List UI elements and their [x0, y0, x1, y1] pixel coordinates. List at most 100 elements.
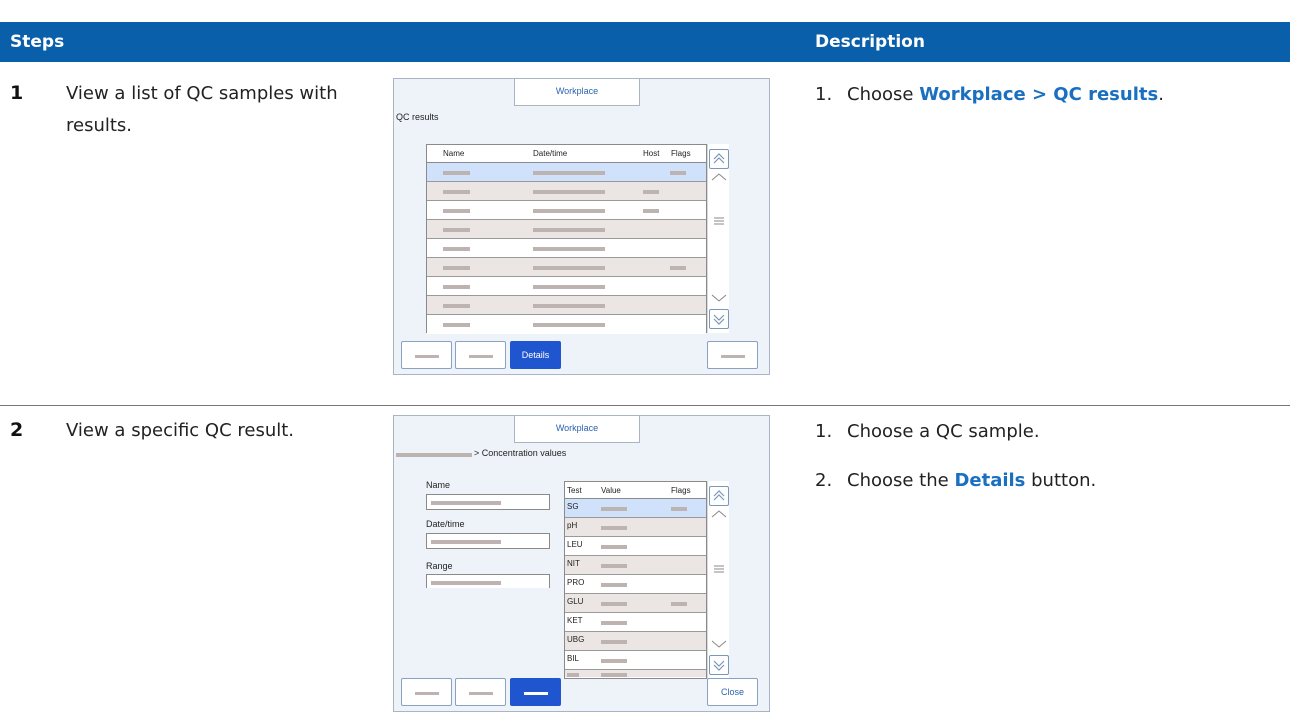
table-row-partial	[565, 670, 706, 677]
table-row[interactable]: BIL	[565, 651, 706, 670]
table-row[interactable]: KET	[565, 613, 706, 632]
row-divider	[0, 405, 1290, 406]
table-row[interactable]	[427, 315, 706, 334]
scroll-down-button[interactable]	[708, 291, 730, 308]
table-header-row: Name Date/time Host Flags	[427, 145, 706, 163]
description-item-suffix: button.	[1025, 470, 1097, 491]
primary-action-button[interactable]	[510, 678, 561, 706]
tab-bar: Workplace	[394, 416, 769, 443]
concentration-table: Test Value Flags SG pH LEU NIT PRO GLU K…	[564, 481, 707, 679]
double-chevron-up-icon	[713, 153, 725, 164]
table-row[interactable]: PRO	[565, 575, 706, 594]
test-cell: GLU	[567, 597, 584, 606]
menu-path: Workplace > QC results	[919, 84, 1159, 105]
datetime-label: Date/time	[426, 519, 465, 529]
description-item-text: Choose a QC sample.	[847, 421, 1040, 442]
step-number: 1	[10, 82, 24, 104]
test-cell: pH	[567, 521, 578, 530]
table-row[interactable]	[427, 277, 706, 296]
column-header: Name	[443, 149, 465, 158]
step-number: 2	[10, 419, 24, 441]
steps-heading: Steps	[10, 32, 65, 52]
column-header: Test	[567, 486, 582, 495]
breadcrumb-placeholder	[396, 453, 472, 457]
table-row[interactable]	[427, 220, 706, 239]
scroll-up-button[interactable]	[708, 170, 730, 187]
screen-title: QC results	[396, 112, 439, 122]
close-button[interactable]: Close	[707, 678, 758, 706]
name-field	[426, 494, 550, 510]
tab-workplace[interactable]: Workplace	[514, 416, 640, 443]
scroll-bottom-button[interactable]	[709, 655, 729, 675]
table-row[interactable]	[427, 201, 706, 220]
qc-results-table: Name Date/time Host Flags	[426, 144, 707, 334]
action-button[interactable]	[401, 341, 452, 369]
double-chevron-down-icon	[713, 314, 725, 325]
chevron-up-icon	[711, 510, 727, 518]
table-row[interactable]: LEU	[565, 537, 706, 556]
step-text: View a list of QC samples with results.	[66, 83, 338, 136]
button-name: Details	[954, 470, 1026, 491]
chevron-down-icon	[711, 640, 727, 648]
scroll-up-button[interactable]	[708, 507, 730, 524]
column-header: Host	[643, 149, 660, 158]
table-row[interactable]: GLU	[565, 594, 706, 613]
table-row[interactable]	[427, 182, 706, 201]
description-item-number: 2.	[815, 470, 833, 491]
description-item-text: Choose	[847, 84, 920, 105]
datetime-field	[426, 533, 550, 549]
scrollbar[interactable]	[707, 144, 729, 333]
test-cell: BIL	[567, 654, 580, 663]
scrollbar[interactable]	[707, 481, 729, 679]
double-chevron-down-icon	[713, 660, 725, 671]
scroll-top-button[interactable]	[709, 486, 729, 506]
table-row[interactable]	[427, 296, 706, 315]
column-header: Date/time	[533, 149, 568, 158]
name-label: Name	[426, 480, 451, 490]
tab-workplace[interactable]: Workplace	[514, 79, 640, 106]
scroll-handle[interactable]	[708, 214, 730, 231]
description-item: 1. Choose a QC sample.	[815, 421, 1040, 442]
scroll-top-button[interactable]	[709, 149, 729, 169]
description-item-number: 1.	[815, 421, 833, 442]
column-header: Flags	[671, 486, 691, 495]
test-cell: NIT	[567, 559, 580, 568]
test-cell: KET	[567, 616, 583, 625]
range-field	[426, 574, 550, 588]
test-cell: LEU	[567, 540, 583, 549]
scroll-handle[interactable]	[708, 562, 730, 579]
details-button[interactable]: Details	[510, 341, 561, 369]
double-chevron-up-icon	[713, 490, 725, 501]
table-row[interactable]: pH	[565, 518, 706, 537]
breadcrumb: > Concentration values	[474, 448, 567, 458]
table-header-row: Test Value Flags	[565, 482, 706, 499]
action-button[interactable]	[455, 678, 506, 706]
qc-results-screen: Workplace QC results Name Date/time Host…	[393, 78, 770, 375]
test-cell: UBG	[567, 635, 585, 644]
action-button[interactable]	[455, 341, 506, 369]
table-row[interactable]: NIT	[565, 556, 706, 575]
table-row[interactable]: SG	[565, 499, 706, 518]
action-button[interactable]	[401, 678, 452, 706]
grip-lines-icon	[714, 217, 724, 225]
chevron-up-icon	[711, 173, 727, 181]
concentration-values-screen: Workplace > Concentration values Name Da…	[393, 415, 770, 712]
tab-bar: Workplace	[394, 79, 769, 106]
test-cell: PRO	[567, 578, 585, 587]
table-row[interactable]	[427, 258, 706, 277]
table-row[interactable]: UBG	[565, 632, 706, 651]
description-item-text: Choose the	[847, 470, 955, 491]
description-item: 2. Choose the Details button.	[815, 470, 1096, 491]
test-cell: SG	[567, 502, 579, 511]
scroll-down-button[interactable]	[708, 637, 730, 654]
action-button[interactable]	[707, 341, 758, 369]
table-row[interactable]	[427, 163, 706, 182]
description-item-number: 1.	[815, 84, 833, 105]
scroll-bottom-button[interactable]	[709, 309, 729, 329]
chevron-down-icon	[711, 294, 727, 302]
table-header: Steps Description	[0, 22, 1290, 62]
table-row[interactable]	[427, 239, 706, 258]
description-item: 1. Choose Workplace > QC results.	[815, 84, 1164, 105]
step-text: View a specific QC result.	[66, 420, 295, 441]
description-heading: Description	[815, 32, 925, 52]
